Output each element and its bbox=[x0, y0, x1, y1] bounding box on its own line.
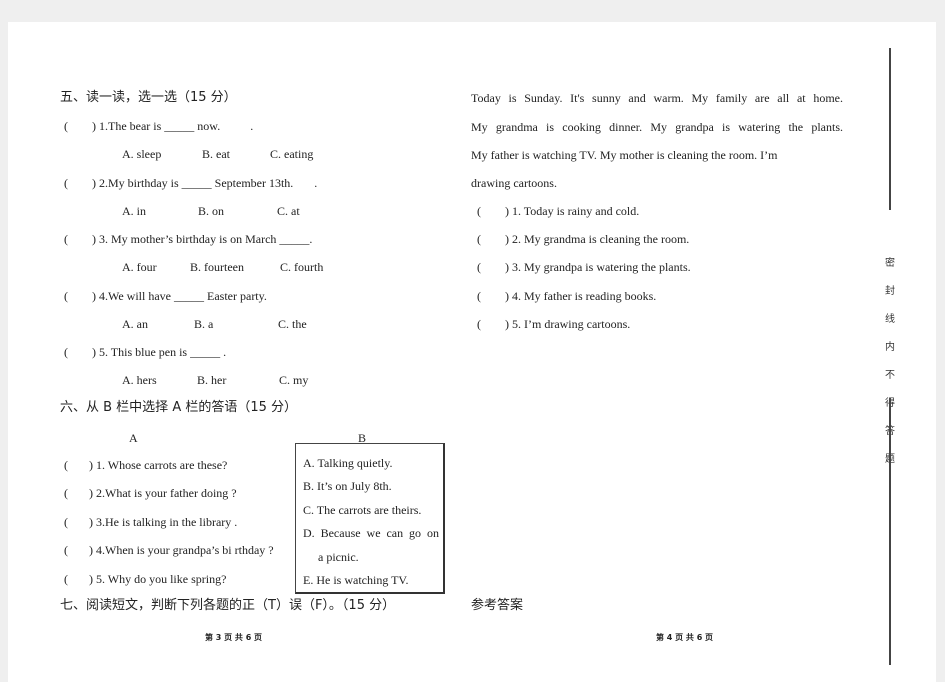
question-4: ( ) 4.We will have _____ Easter party. bbox=[64, 288, 267, 303]
answers-title: 参考答案 bbox=[471, 598, 524, 613]
passage-line: Today is Sunday. It's sunny and warm. My… bbox=[471, 91, 843, 105]
passage-line: drawing cartoons. bbox=[471, 176, 557, 190]
question-3: ( ) 3. My mother’s birthday is on March … bbox=[64, 232, 313, 247]
match-question-1: ( ) 1. Whose carrots are these? bbox=[64, 458, 228, 472]
match-question-2: ( ) 2.What is your father doing ? bbox=[64, 486, 237, 501]
answer-option: a picnic. bbox=[318, 550, 359, 564]
question-2: ( ) 2.My birthday is _____ September 13t… bbox=[64, 175, 318, 190]
match-question-5: ( ) 5. Why do you like spring? bbox=[64, 571, 227, 586]
option-c: C. eating bbox=[270, 147, 314, 161]
option-b: B. her bbox=[197, 373, 227, 388]
match-question-3: ( ) 3.He is talking in the library . bbox=[64, 514, 238, 529]
option-b: B. fourteen bbox=[190, 260, 244, 275]
answer-option: D. Because we can go on bbox=[303, 526, 439, 540]
match-question-4: ( ) 4.When is your grandpa’s bi rthday ? bbox=[64, 543, 274, 558]
true-false-statement-1: ( ) 1. Today is rainy and cold. bbox=[477, 204, 640, 218]
footer-page-left: 第 3 页 共 6 页 bbox=[205, 633, 263, 642]
binding-line-bottom bbox=[889, 398, 891, 665]
answer-option: C. The carrots are theirs. bbox=[303, 503, 422, 517]
option-a: A. hers bbox=[122, 373, 157, 388]
section7-title: 七、阅读短文，判断下列各题的正（T）误（F）。（15 分） bbox=[60, 598, 396, 613]
binding-char: 不 bbox=[885, 370, 895, 381]
binding-char: 密 bbox=[885, 258, 895, 269]
option-c: C. the bbox=[278, 316, 307, 331]
option-a: A. an bbox=[122, 316, 148, 331]
answer-option: E. He is watching TV. bbox=[303, 573, 409, 587]
passage-line: My father is watching TV. My mother is c… bbox=[471, 148, 778, 162]
footer-page-right: 第 4 页 共 6 页 bbox=[656, 633, 714, 642]
true-false-statement-2: ( ) 2. My grandma is cleaning the room. bbox=[477, 232, 690, 247]
binding-char: 封 bbox=[885, 286, 895, 297]
column-a-label: A bbox=[129, 431, 138, 445]
question-1: ( ) 1.The bear is _____ now. . bbox=[64, 119, 254, 133]
binding-line-top bbox=[889, 48, 891, 210]
passage-line: My grandma is cooking dinner. My grandpa… bbox=[471, 120, 843, 134]
option-c: C. my bbox=[279, 373, 309, 388]
section6-title: 六、从 B 栏中选择 A 栏的答语（15 分） bbox=[60, 400, 298, 415]
option-a: A. sleep bbox=[122, 147, 162, 161]
true-false-statement-5: ( ) 5. I’m drawing cartoons. bbox=[477, 316, 631, 331]
option-c: C. fourth bbox=[280, 260, 324, 275]
option-b: B. on bbox=[198, 203, 225, 218]
answer-option: A. Talking quietly. bbox=[303, 456, 393, 470]
option-b: B. a bbox=[194, 316, 214, 331]
true-false-statement-4: ( ) 4. My father is reading books. bbox=[477, 288, 657, 303]
option-a: A. four bbox=[122, 260, 157, 275]
answer-option: B. It’s on July 8th. bbox=[303, 479, 392, 493]
binding-char: 线 bbox=[885, 314, 895, 325]
option-c: C. at bbox=[277, 203, 300, 218]
question-5: ( ) 5. This blue pen is _____ . bbox=[64, 345, 227, 360]
option-b: B. eat bbox=[202, 147, 230, 161]
option-a: A. in bbox=[122, 203, 146, 218]
true-false-statement-3: ( ) 3. My grandpa is watering the plants… bbox=[477, 260, 691, 275]
section5-title: 五、读一读，选一选（15 分） bbox=[60, 90, 237, 105]
binding-char: 内 bbox=[885, 342, 895, 353]
